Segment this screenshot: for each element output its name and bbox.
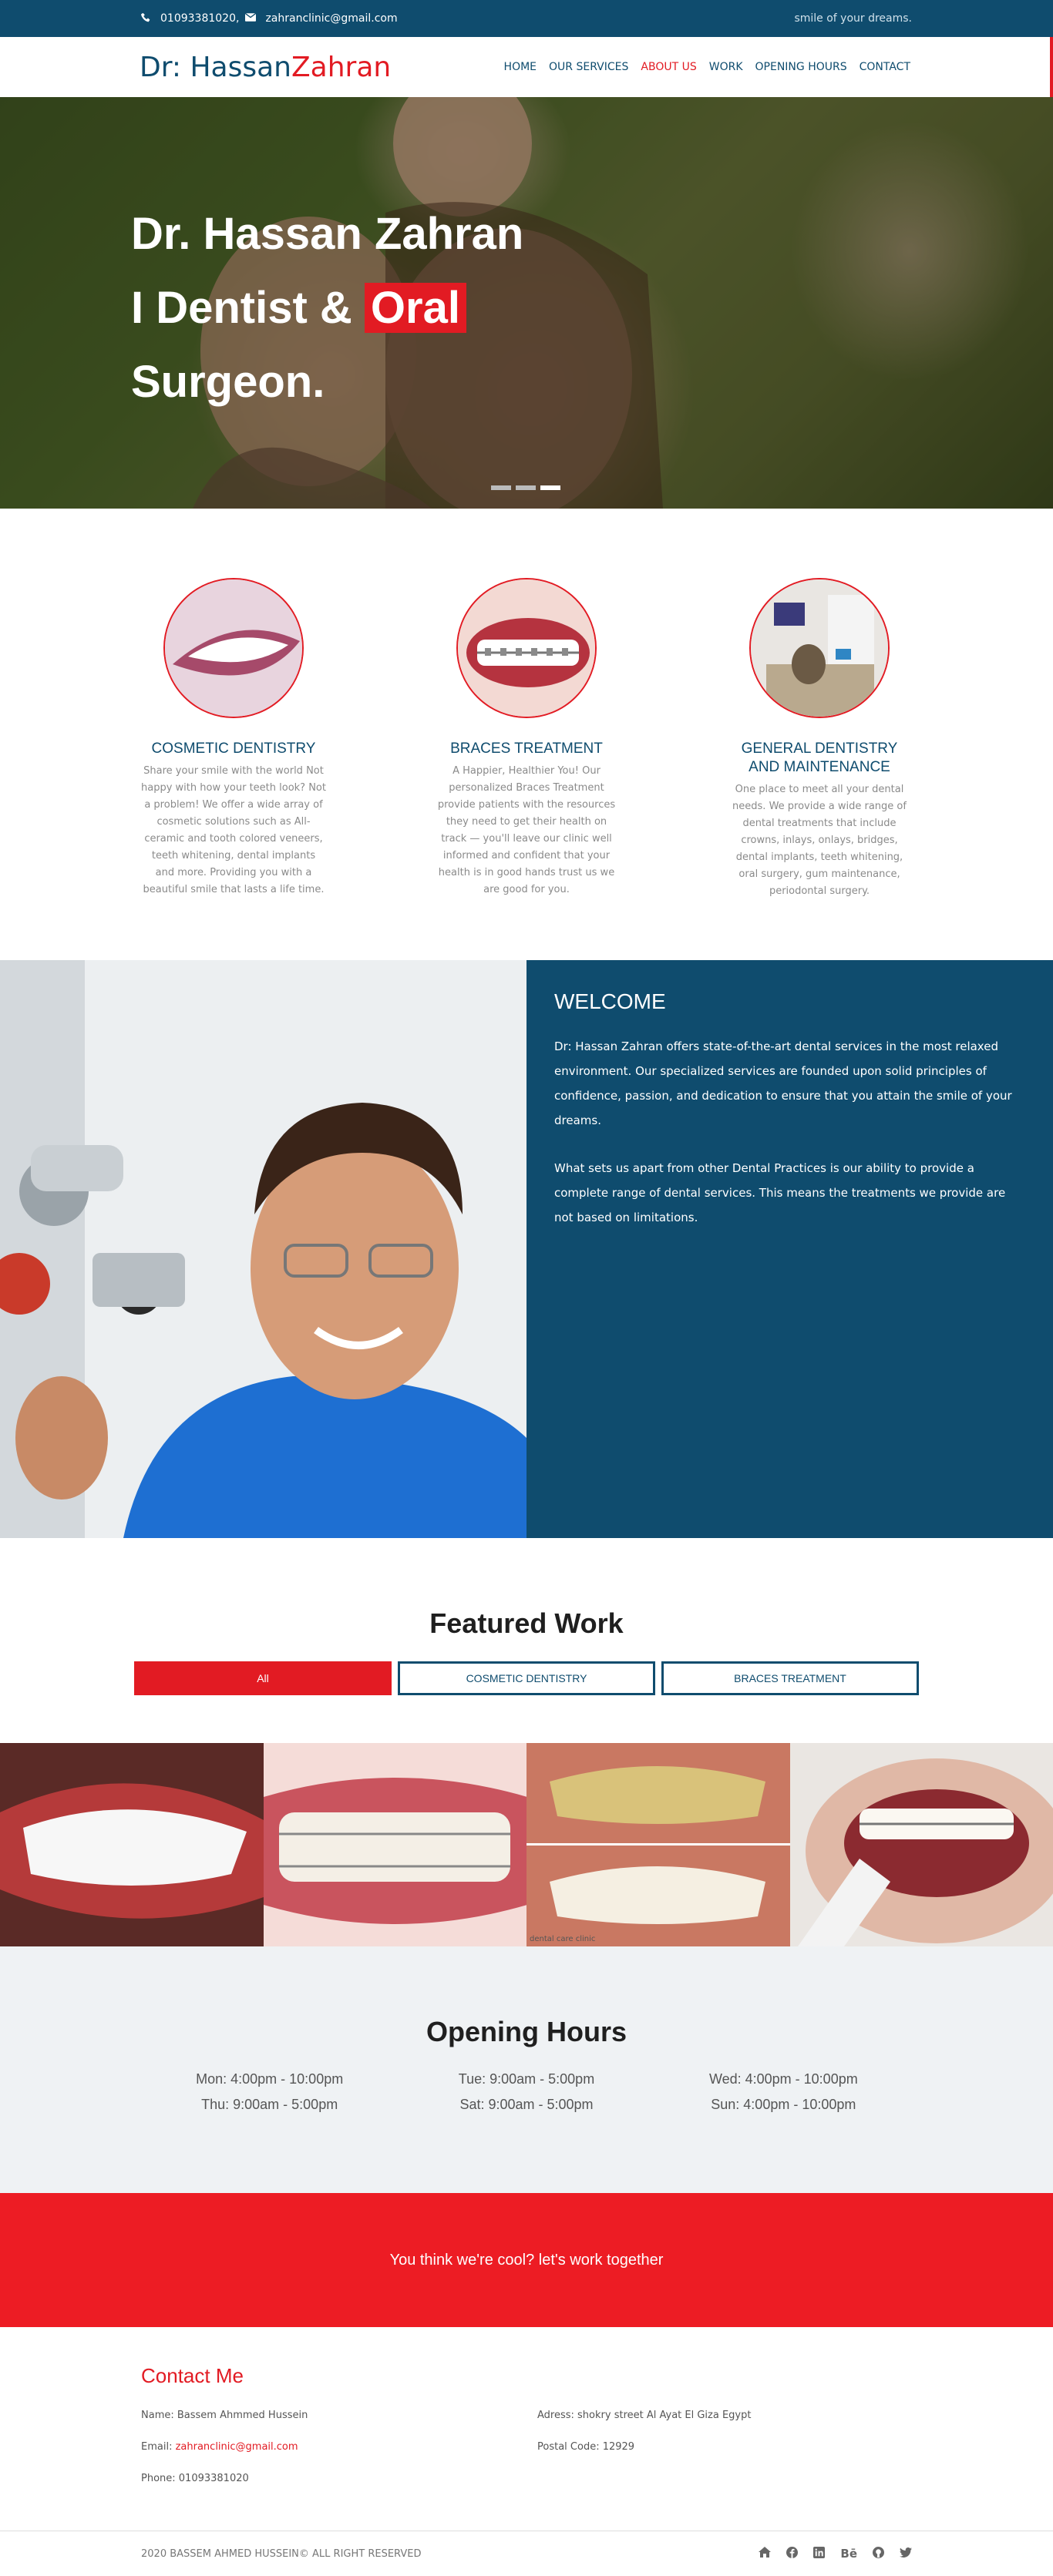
hero-heading: Dr. Hassan Zahran I Dentist & Oral Surge…	[131, 197, 523, 419]
welcome-section: WELCOME Dr: Hassan Zahran offers state-o…	[0, 960, 1053, 1538]
service-card: COSMETIC DENTISTRY Share your smile with…	[141, 578, 326, 900]
service-card: BRACES TREATMENT A Happier, Healthier Yo…	[434, 578, 619, 900]
copyright: 2020 BASSEM AHMED HUSSEIN© ALL RIGHT RES…	[141, 2548, 422, 2560]
cta-banner: You think we're cool? let's work togethe…	[0, 2193, 1053, 2327]
hours-list: Mon: 4:00pm - 10:00pm Tue: 9:00am - 5:00…	[141, 2071, 912, 2113]
site-header: Dr: HassanZahran HOME OUR SERVICES ABOUT…	[0, 37, 1053, 97]
contact-details: Name: Bassem Ahmmed Hussein Adress: shok…	[141, 2410, 912, 2484]
top-bar: 01093381020, zahranclinic@gmail.com smil…	[0, 0, 1053, 37]
cosmetic-image	[163, 578, 304, 718]
service-title: GENERAL DENTISTRY AND MAINTENANCE	[727, 740, 912, 777]
home-icon[interactable]	[759, 2547, 771, 2561]
contact-email-label: Email:	[141, 2441, 176, 2453]
service-card: GENERAL DENTISTRY AND MAINTENANCE One pl…	[727, 578, 912, 900]
behance-icon[interactable]: Bē	[840, 2547, 857, 2561]
gallery-item[interactable]: dental care clinic	[526, 1743, 790, 1946]
contact-address: Adress: shokry street Al Ayat El Giza Eg…	[537, 2410, 912, 2421]
nav-opening-hours[interactable]: OPENING HOURS	[755, 61, 847, 73]
hours-item: Sat: 9:00am - 5:00pm	[398, 2097, 654, 2113]
gallery-item[interactable]	[264, 1743, 527, 1946]
site-footer: 2020 BASSEM AHMED HUSSEIN© ALL RIGHT RES…	[0, 2531, 1053, 2575]
tagline: smile of your dreams.	[794, 12, 912, 25]
twitter-icon[interactable]	[900, 2547, 912, 2561]
welcome-paragraph-2: What sets us apart from other Dental Pra…	[554, 1156, 1025, 1230]
slider-indicators	[491, 485, 560, 490]
email-address[interactable]: zahranclinic@gmail.com	[265, 12, 397, 25]
nav-services[interactable]: OUR SERVICES	[549, 61, 628, 73]
hours-item: Tue: 9:00am - 5:00pm	[398, 2071, 654, 2087]
braces-image	[456, 578, 597, 718]
nav-work[interactable]: WORK	[709, 61, 743, 73]
welcome-title: WELCOME	[554, 989, 1025, 1014]
slide-dot-2[interactable]	[516, 485, 536, 490]
hero-line-3: Surgeon.	[131, 357, 325, 407]
hours-item: Sun: 4:00pm - 10:00pm	[655, 2097, 912, 2113]
contact-email-row: Email: zahranclinic@gmail.com	[141, 2441, 537, 2453]
contact-postal: Postal Code: 12929	[537, 2441, 912, 2453]
hero-line-1: Dr. Hassan Zahran	[131, 209, 523, 259]
phone-number[interactable]: 01093381020,	[160, 12, 239, 25]
nav-contact[interactable]: CONTACT	[860, 61, 910, 73]
featured-work-section: Featured Work All COSMETIC DENTISTRY BRA…	[0, 1538, 1053, 1946]
hours-item: Thu: 9:00am - 5:00pm	[141, 2097, 398, 2113]
clinic-image	[749, 578, 890, 718]
hero-highlight: Oral	[365, 283, 466, 333]
work-filters: All COSMETIC DENTISTRY BRACES TREATMENT	[0, 1661, 1053, 1695]
phone-icon	[141, 12, 151, 25]
opening-hours-section: Opening Hours Mon: 4:00pm - 10:00pm Tue:…	[0, 1946, 1053, 2193]
logo-name: Dr: Hassan	[140, 52, 291, 83]
hours-item: Mon: 4:00pm - 10:00pm	[141, 2071, 398, 2087]
contact-phone: Phone: 01093381020	[141, 2473, 537, 2484]
services-section: COSMETIC DENTISTRY Share your smile with…	[0, 509, 1053, 960]
hours-item: Wed: 4:00pm - 10:00pm	[655, 2071, 912, 2087]
contact-title: Contact Me	[141, 2364, 912, 2388]
contact-name: Name: Bassem Ahmmed Hussein	[141, 2410, 537, 2421]
envelope-icon	[245, 12, 256, 25]
dentist-photo	[0, 960, 526, 1538]
gallery-item[interactable]	[790, 1743, 1053, 1946]
service-text: One place to meet all your dental needs.…	[727, 781, 912, 900]
service-title: BRACES TREATMENT	[434, 740, 619, 758]
social-links: Bē	[759, 2547, 912, 2561]
linkedin-icon[interactable]	[813, 2547, 825, 2561]
filter-all-button[interactable]: All	[134, 1661, 392, 1695]
filter-cosmetic-button[interactable]: COSMETIC DENTISTRY	[398, 1661, 655, 1695]
logo[interactable]: Dr: HassanZahran	[140, 52, 391, 83]
facebook-icon[interactable]	[786, 2547, 798, 2561]
nav-home[interactable]: HOME	[504, 61, 537, 73]
cta-text[interactable]: You think we're cool? let's work togethe…	[390, 2252, 664, 2269]
logo-surname: Zahran	[291, 52, 391, 83]
contact-email-link[interactable]: zahranclinic@gmail.com	[176, 2441, 298, 2453]
service-text: A Happier, Healthier You! Our personaliz…	[434, 763, 619, 898]
welcome-paragraph-1: Dr: Hassan Zahran offers state-of-the-ar…	[554, 1034, 1025, 1133]
gallery-item[interactable]	[0, 1743, 264, 1946]
nav-about[interactable]: ABOUT US	[641, 61, 696, 73]
filter-braces-button[interactable]: BRACES TREATMENT	[661, 1661, 919, 1695]
contact-section: Contact Me Name: Bassem Ahmmed Hussein A…	[0, 2327, 1053, 2531]
gallery-caption: dental care clinic	[530, 1935, 595, 1943]
slide-dot-3[interactable]	[540, 485, 560, 490]
hours-title: Opening Hours	[0, 2016, 1053, 2048]
top-contact: 01093381020, zahranclinic@gmail.com	[141, 12, 398, 25]
featured-title: Featured Work	[0, 1607, 1053, 1640]
hero-slider: Dr. Hassan Zahran I Dentist & Oral Surge…	[0, 97, 1053, 509]
slide-dot-1[interactable]	[491, 485, 511, 490]
hero-line-2-start: I Dentist &	[131, 283, 365, 333]
work-gallery: dental care clinic	[0, 1743, 1053, 1946]
service-text: Share your smile with the world Not happ…	[141, 763, 326, 898]
main-nav: HOME OUR SERVICES ABOUT US WORK OPENING …	[504, 61, 910, 73]
welcome-panel: WELCOME Dr: Hassan Zahran offers state-o…	[526, 960, 1053, 1538]
github-icon[interactable]	[873, 2547, 884, 2561]
service-title: COSMETIC DENTISTRY	[141, 740, 326, 758]
